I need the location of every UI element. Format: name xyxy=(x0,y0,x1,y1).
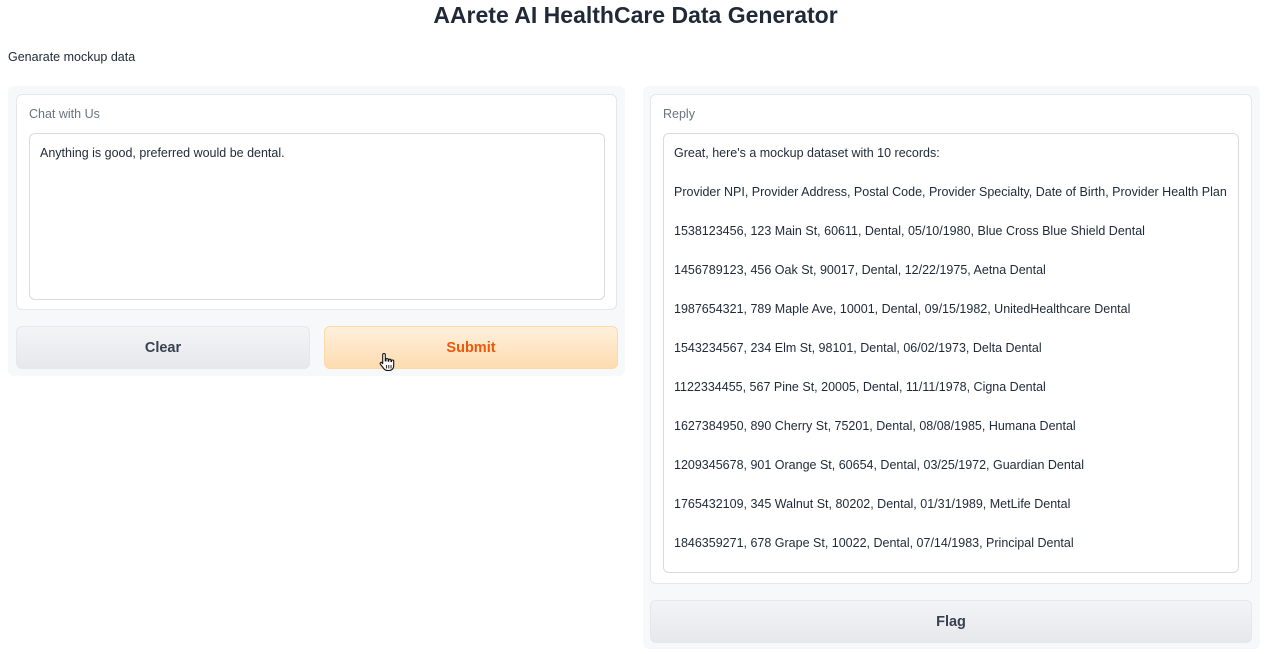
flag-button[interactable]: Flag xyxy=(650,600,1252,643)
reply-line: 1456789123, 456 Oak St, 90017, Dental, 1… xyxy=(674,263,1046,277)
clear-button[interactable]: Clear xyxy=(16,326,310,369)
hand-pointer-icon xyxy=(379,352,395,372)
page-description: Genarate mockup data xyxy=(8,50,136,64)
input-panel: Chat with Us Anything is good, preferred… xyxy=(8,86,625,376)
reply-line: 1987654321, 789 Maple Ave, 10001, Dental… xyxy=(674,302,1131,316)
reply-block: Reply Great, here's a mockup dataset wit… xyxy=(650,94,1252,584)
reply-line: 1627384950, 890 Cherry St, 75201, Dental… xyxy=(674,419,1076,433)
reply-line: 1122334455, 567 Pine St, 20005, Dental, … xyxy=(674,380,1046,394)
reply-line: Great, here's a mockup dataset with 10 r… xyxy=(674,146,940,160)
reply-output-field[interactable]: Great, here's a mockup dataset with 10 r… xyxy=(663,133,1239,573)
chat-input-label: Chat with Us xyxy=(29,107,100,121)
reply-line: 1538123456, 123 Main St, 60611, Dental, … xyxy=(674,224,1145,238)
reply-line: 1543234567, 234 Elm St, 98101, Dental, 0… xyxy=(674,341,1042,355)
output-panel: Reply Great, here's a mockup dataset wit… xyxy=(643,86,1260,649)
reply-line: 1846359271, 678 Grape St, 10022, Dental,… xyxy=(674,536,1074,550)
reply-line: 1765432109, 345 Walnut St, 80202, Dental… xyxy=(674,497,1071,511)
reply-line: 1209345678, 901 Orange St, 60654, Dental… xyxy=(674,458,1085,472)
reply-label: Reply xyxy=(663,107,695,121)
chat-input-block: Chat with Us Anything is good, preferred… xyxy=(16,94,617,310)
reply-line: Provider NPI, Provider Address, Postal C… xyxy=(674,185,1227,199)
submit-button[interactable]: Submit xyxy=(324,326,618,369)
page-title: AArete AI HealthCare Data Generator xyxy=(433,2,838,28)
chat-input-field[interactable]: Anything is good, preferred would be den… xyxy=(29,133,605,300)
